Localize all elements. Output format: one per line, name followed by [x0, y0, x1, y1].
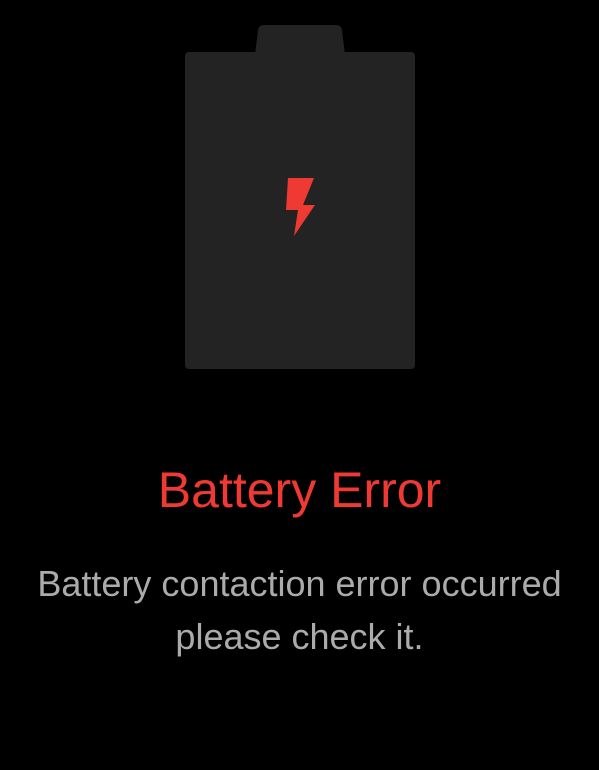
error-message: Battery contaction error occurred please… [0, 557, 599, 663]
error-title: Battery Error [157, 462, 442, 518]
battery-error-screen: Battery Error Battery contaction error o… [0, 0, 599, 770]
battery-icon [185, 25, 415, 369]
battery-terminal [255, 25, 345, 55]
error-message-line-2: please check it. [175, 616, 424, 657]
error-message-line-1: Battery contaction error occurred [37, 563, 562, 604]
